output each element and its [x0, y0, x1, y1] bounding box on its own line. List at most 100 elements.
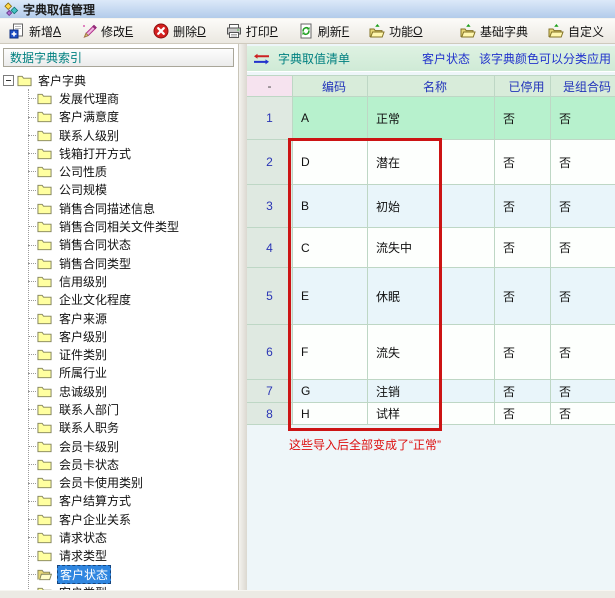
toolbar-button-add[interactable]: 新增A: [4, 21, 66, 42]
table-cell-combo[interactable]: 否: [551, 325, 615, 380]
tree-item[interactable]: 销售合同状态: [0, 236, 238, 254]
table-cell-stop[interactable]: 否: [495, 268, 551, 325]
table-cell-stop[interactable]: 否: [495, 97, 551, 140]
table-cell-combo[interactable]: 否: [551, 268, 615, 325]
tree-item[interactable]: 销售合同类型: [0, 254, 238, 272]
tree-item[interactable]: 销售合同相关文件类型: [0, 217, 238, 235]
toolbar-button-custom[interactable]: 自定义: [543, 21, 609, 42]
tree-item[interactable]: 所属行业: [0, 364, 238, 382]
tree-item[interactable]: 请求状态: [0, 528, 238, 546]
table-row[interactable]: 4C流失中否否: [247, 228, 615, 268]
table-cell-code[interactable]: D: [293, 140, 368, 185]
folder-icon: [37, 256, 52, 271]
tree-item[interactable]: 会员卡使用类别: [0, 474, 238, 492]
table-cell-stop[interactable]: 否: [495, 140, 551, 185]
tree-item[interactable]: 请求类型: [0, 547, 238, 565]
toolbar-button-print[interactable]: 打印P: [221, 21, 283, 42]
toolbar-button-base-dictionary[interactable]: 基础字典: [455, 21, 533, 42]
table-row[interactable]: 5E休眠否否: [247, 268, 615, 325]
table-cell-combo[interactable]: 否: [551, 403, 615, 425]
table-header-cell[interactable]: 是组合码: [551, 75, 615, 97]
tree-item[interactable]: 客户企业关系: [0, 510, 238, 528]
tree-item[interactable]: 公司性质: [0, 162, 238, 180]
tree-item[interactable]: 会员卡级别: [0, 437, 238, 455]
table-cell-code[interactable]: B: [293, 185, 368, 228]
toolbar-button-delete[interactable]: 删除D: [148, 21, 211, 42]
table-header-cell[interactable]: -: [247, 75, 293, 97]
tree-collapse-box[interactable]: [3, 75, 14, 86]
tree-item[interactable]: 客户来源: [0, 309, 238, 327]
tree-item[interactable]: 客户类型: [0, 583, 238, 590]
table-cell-num[interactable]: 2: [247, 140, 293, 185]
table-row[interactable]: 3B初始否否: [247, 185, 615, 228]
table-cell-name[interactable]: 正常: [368, 97, 495, 140]
table-cell-name[interactable]: 注销: [368, 380, 495, 403]
toolbar-button-label: 新增: [29, 23, 53, 40]
annotation-text: 这些导入后全部变成了“正常”: [289, 436, 441, 453]
table-cell-code[interactable]: A: [293, 97, 368, 140]
table-row[interactable]: 8H试样否否: [247, 403, 615, 425]
tree-item-label: 会员卡使用类别: [57, 474, 145, 491]
table-cell-stop[interactable]: 否: [495, 325, 551, 380]
dictionary-values-panel: 字典取值清单 客户状态该字典颜色可以分类应用 -编码名称已停用是组合码1A正常否…: [247, 44, 615, 590]
table-header-row: -编码名称已停用是组合码: [247, 75, 615, 97]
table-cell-combo[interactable]: 否: [551, 185, 615, 228]
table-row[interactable]: 2D潜在否否: [247, 140, 615, 185]
tree-item[interactable]: 联系人级别: [0, 126, 238, 144]
tree-item[interactable]: 客户满意度: [0, 108, 238, 126]
table-cell-num[interactable]: 8: [247, 403, 293, 425]
table-cell-stop[interactable]: 否: [495, 403, 551, 425]
table-cell-num[interactable]: 1: [247, 97, 293, 140]
table-cell-code[interactable]: C: [293, 228, 368, 268]
table-cell-num[interactable]: 3: [247, 185, 293, 228]
tree-item[interactable]: 钱箱打开方式: [0, 144, 238, 162]
tree-item[interactable]: 会员卡状态: [0, 455, 238, 473]
tree-item[interactable]: 证件类别: [0, 345, 238, 363]
tree-item[interactable]: 客户结算方式: [0, 492, 238, 510]
tree-item[interactable]: 联系人职务: [0, 419, 238, 437]
table-cell-code[interactable]: G: [293, 380, 368, 403]
table-cell-combo[interactable]: 否: [551, 380, 615, 403]
table-cell-code[interactable]: F: [293, 325, 368, 380]
tree-item[interactable]: 企业文化程度: [0, 291, 238, 309]
table-cell-name[interactable]: 休眠: [368, 268, 495, 325]
tree-item[interactable]: 信用级别: [0, 272, 238, 290]
table-cell-num[interactable]: 5: [247, 268, 293, 325]
table-header-cell[interactable]: 已停用: [495, 75, 551, 97]
tree-item-label: 客户状态: [57, 565, 111, 584]
table-cell-name[interactable]: 流失中: [368, 228, 495, 268]
table-cell-num[interactable]: 7: [247, 380, 293, 403]
tree-item-selected[interactable]: 客户状态: [0, 565, 238, 583]
tree-item[interactable]: 公司规模: [0, 181, 238, 199]
toolbar-button-function[interactable]: 功能O: [364, 21, 427, 42]
table-row[interactable]: 1A正常否否: [247, 97, 615, 140]
tree-item[interactable]: 发展代理商: [0, 89, 238, 107]
table-cell-combo[interactable]: 否: [551, 140, 615, 185]
tree-item[interactable]: 联系人部门: [0, 400, 238, 418]
table-header-cell[interactable]: 编码: [293, 75, 368, 97]
tree-item[interactable]: 客户级别: [0, 327, 238, 345]
toolbar-button-edit[interactable]: 修改E: [76, 21, 138, 42]
table-row[interactable]: 6F流失否否: [247, 325, 615, 380]
table-row[interactable]: 7G注销否否: [247, 380, 615, 403]
table-header-cell[interactable]: 名称: [368, 75, 495, 97]
table-cell-stop[interactable]: 否: [495, 228, 551, 268]
table-cell-stop[interactable]: 否: [495, 380, 551, 403]
tree-item[interactable]: 销售合同描述信息: [0, 199, 238, 217]
table-cell-name[interactable]: 初始: [368, 185, 495, 228]
tree-root-item[interactable]: 客户字典: [0, 71, 238, 89]
folder-icon: [37, 182, 52, 197]
table-cell-combo[interactable]: 否: [551, 97, 615, 140]
toolbar-button-refresh[interactable]: 刷新F: [293, 21, 354, 42]
panel-splitter[interactable]: [238, 44, 247, 590]
table-cell-num[interactable]: 6: [247, 325, 293, 380]
table-cell-code[interactable]: H: [293, 403, 368, 425]
table-cell-name[interactable]: 流失: [368, 325, 495, 380]
table-cell-combo[interactable]: 否: [551, 228, 615, 268]
table-cell-name[interactable]: 试样: [368, 403, 495, 425]
table-cell-code[interactable]: E: [293, 268, 368, 325]
table-cell-stop[interactable]: 否: [495, 185, 551, 228]
tree-item[interactable]: 忠诚级别: [0, 382, 238, 400]
table-cell-num[interactable]: 4: [247, 228, 293, 268]
table-cell-name[interactable]: 潜在: [368, 140, 495, 185]
